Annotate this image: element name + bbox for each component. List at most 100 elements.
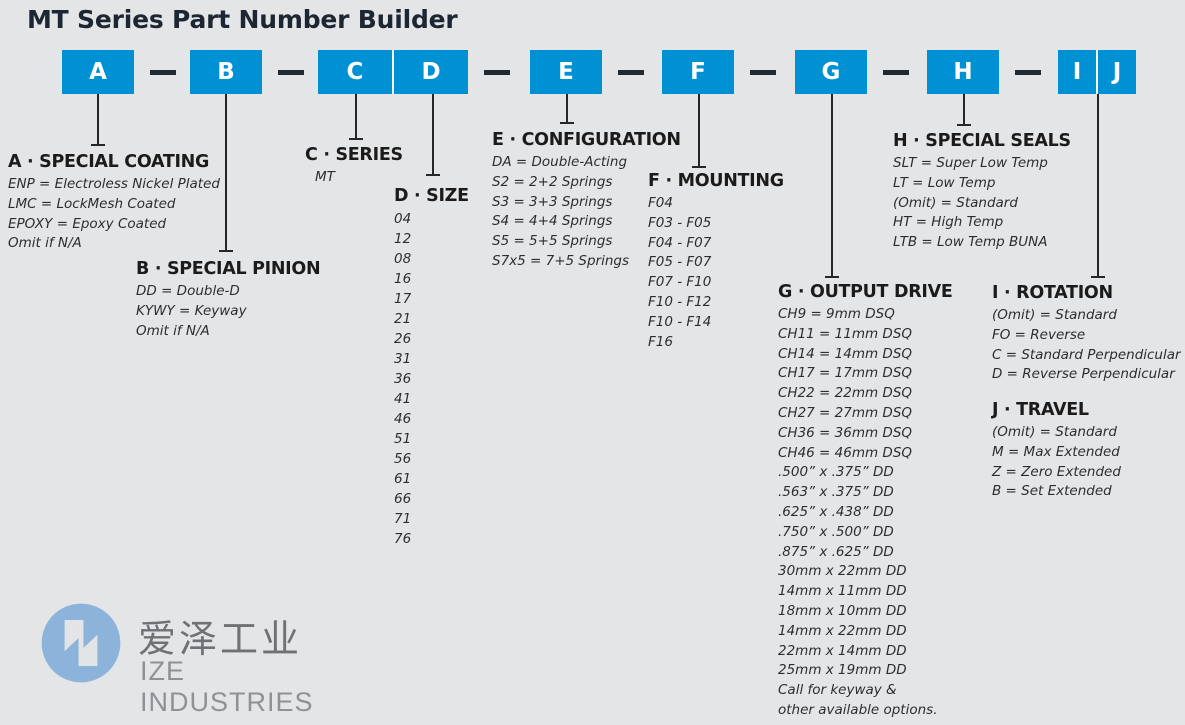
section-h-heading: H · SPECIAL SEALS xyxy=(893,131,1071,151)
section-a-item: ENP = Electroless Nickel Plated xyxy=(8,176,220,192)
section-h-item: (Omit) = Standard xyxy=(893,194,1018,211)
section-g-item: 14mm x 11mm DD xyxy=(778,583,907,600)
section-d-item: 76 xyxy=(394,531,412,547)
code-box-f[interactable]: F xyxy=(662,50,734,94)
code-box-cd[interactable]: C D xyxy=(318,50,468,94)
section-i-item: (Omit) = Standard xyxy=(992,307,1117,323)
separator-dash-5 xyxy=(750,70,776,75)
section-g-item: other available options. xyxy=(778,701,938,718)
section-d-item: 17 xyxy=(394,291,412,307)
section-g-item: .500” x .375” DD xyxy=(778,464,894,481)
code-box-j[interactable]: J xyxy=(1096,50,1136,94)
section-g-item: .875” x .625” DD xyxy=(778,543,894,560)
section-i-item: C = Standard Perpendicular xyxy=(992,346,1181,363)
code-box-i[interactable]: I xyxy=(1058,50,1096,94)
section-h-item: LTB = Low Temp BUNA xyxy=(893,234,1048,251)
section-d-item: 46 xyxy=(394,411,412,427)
code-box-ij[interactable]: I J xyxy=(1058,50,1136,94)
code-box-f-label: F xyxy=(690,59,706,85)
leader-line-b xyxy=(219,94,233,252)
section-a-item: Omit if N/A xyxy=(8,235,82,252)
section-f-item: F10 - F14 xyxy=(648,313,712,330)
section-c-series: C · SERIES MT xyxy=(305,145,403,188)
section-d-item: 41 xyxy=(394,391,412,407)
logo-english-name: IZE INDUSTRIES xyxy=(140,656,314,717)
part-number-builder-page: MT Series Part Number Builder A B C D E … xyxy=(0,0,1185,725)
code-box-h-label: H xyxy=(953,59,973,85)
leader-line-c xyxy=(349,94,363,140)
section-b-heading: B · SPECIAL PINION xyxy=(136,259,321,279)
section-g-item: CH27 = 27mm DSQ xyxy=(778,404,913,421)
section-d-size: D · SIZE 04 12 08 16 17 21 26 31 36 41 4… xyxy=(394,186,469,549)
section-a-special-coating: A · SPECIAL COATING ENP = Electroless Ni… xyxy=(8,152,220,254)
separator-dash-4 xyxy=(618,70,644,75)
section-b-item: Omit if N/A xyxy=(136,322,210,339)
section-d-item: 08 xyxy=(394,251,412,267)
section-b-special-pinion: B · SPECIAL PINION DD = Double-D KYWY = … xyxy=(136,259,321,341)
section-c-item: MT xyxy=(315,169,335,185)
section-h-item: SLT = Super Low Temp xyxy=(893,155,1048,171)
section-g-item: 30mm x 22mm DD xyxy=(778,563,907,580)
section-i-item: D = Reverse Perpendicular xyxy=(992,366,1175,383)
leader-line-f xyxy=(692,94,706,168)
code-box-b[interactable]: B xyxy=(190,50,262,94)
logo-chinese-name: 爱泽工业 xyxy=(138,617,303,661)
code-box-j-label: J xyxy=(1112,59,1122,85)
section-h-special-seals: H · SPECIAL SEALS SLT = Super Low Temp L… xyxy=(893,131,1071,253)
section-a-item: LMC = LockMesh Coated xyxy=(8,195,176,212)
section-j-item: B = Set Extended xyxy=(992,483,1112,500)
section-f-item: F03 - F05 xyxy=(648,214,712,231)
section-j-item: Z = Zero Extended xyxy=(992,463,1121,480)
section-f-item: F04 xyxy=(648,195,673,211)
section-a-heading: A · SPECIAL COATING xyxy=(8,152,210,172)
code-box-e[interactable]: E xyxy=(530,50,602,94)
section-d-item: 12 xyxy=(394,231,412,247)
separator-dash-1 xyxy=(150,70,176,75)
section-d-item: 21 xyxy=(394,311,412,327)
leader-line-a xyxy=(91,94,105,146)
section-d-item: 04 xyxy=(394,211,412,227)
ize-logo-mark-icon xyxy=(41,603,121,683)
section-i-heading: I · ROTATION xyxy=(992,283,1113,303)
section-j-item: M = Max Extended xyxy=(992,443,1120,460)
code-box-h[interactable]: H xyxy=(927,50,999,94)
separator-dash-2 xyxy=(278,70,304,75)
page-title: MT Series Part Number Builder xyxy=(27,5,458,34)
section-f-item: F05 - F07 xyxy=(648,254,712,271)
code-box-d[interactable]: D xyxy=(392,50,468,94)
code-box-a[interactable]: A xyxy=(62,50,134,94)
section-g-item: CH36 = 36mm DSQ xyxy=(778,424,913,441)
section-d-item: 51 xyxy=(394,431,412,447)
section-g-output-drive: G · OUTPUT DRIVE CH9 = 9mm DSQ CH11 = 11… xyxy=(778,282,953,721)
section-e-item: DA = Double-Acting xyxy=(492,154,628,170)
section-f-mounting: F · MOUNTING F04 F03 - F05 F04 - F07 F05… xyxy=(648,171,784,352)
code-box-i-label: I xyxy=(1072,59,1082,85)
section-d-item: 56 xyxy=(394,451,412,467)
code-box-c[interactable]: C xyxy=(318,50,392,94)
separator-dash-7 xyxy=(1015,70,1041,75)
section-g-item: CH22 = 22mm DSQ xyxy=(778,385,913,402)
section-g-item: .625” x .438” DD xyxy=(778,503,894,520)
section-g-heading: G · OUTPUT DRIVE xyxy=(778,282,953,302)
section-c-heading: C · SERIES xyxy=(305,145,403,165)
section-g-item: 25mm x 19mm DD xyxy=(778,662,907,679)
section-f-item: F07 - F10 xyxy=(648,274,712,291)
section-f-item: F04 - F07 xyxy=(648,234,712,251)
leader-line-d xyxy=(426,94,440,176)
section-f-item: F16 xyxy=(648,333,673,350)
section-g-item: 22mm x 14mm DD xyxy=(778,642,907,659)
section-g-item: .750” x .500” DD xyxy=(778,523,894,540)
section-d-item: 16 xyxy=(394,271,412,287)
section-g-item: 18mm x 10mm DD xyxy=(778,602,907,619)
section-h-item: LT = Low Temp xyxy=(893,174,996,191)
leader-line-h xyxy=(957,94,971,126)
section-e-heading: E · CONFIGURATION xyxy=(492,130,681,150)
section-g-item: CH46 = 46mm DSQ xyxy=(778,444,913,461)
section-g-item: Call for keyway & xyxy=(778,682,897,699)
section-i-item: FO = Reverse xyxy=(992,326,1086,343)
code-box-c-label: C xyxy=(346,59,364,85)
section-d-item: 66 xyxy=(394,491,412,507)
section-d-item: 71 xyxy=(394,511,412,527)
code-box-g[interactable]: G xyxy=(795,50,867,94)
company-logo: 爱泽工业 IZE INDUSTRIES xyxy=(40,598,340,717)
